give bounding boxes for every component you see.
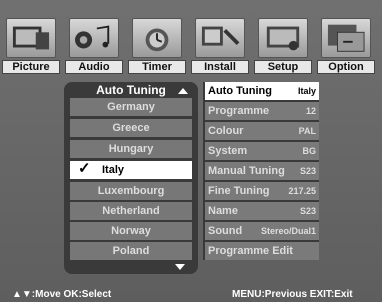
country-list-panel: Auto Tuning Germany Greece Hungary ✓ Ita… [64, 82, 198, 274]
setting-programme[interactable]: Programme 12 [205, 102, 319, 120]
picture-icon [6, 18, 56, 58]
setting-fine-tuning[interactable]: Fine Tuning 217.25 [205, 182, 319, 200]
tab-timer[interactable]: Timer [128, 16, 186, 74]
scroll-down-icon[interactable] [175, 264, 185, 270]
tab-label: Install [191, 60, 249, 74]
timer-icon [132, 18, 182, 58]
help-right: MENU:Previous EXIT:Exit [232, 289, 353, 300]
list-title: Auto Tuning [64, 82, 198, 99]
tab-label: Picture [2, 60, 60, 74]
setting-auto-tuning[interactable]: Auto Tuning Italy [205, 82, 319, 100]
tab-label: Timer [128, 60, 186, 74]
install-settings-panel: Auto Tuning Italy Programme 12 Colour PA… [203, 82, 319, 260]
list-item[interactable]: Norway [70, 222, 192, 240]
list-item[interactable]: Netherland [70, 202, 192, 220]
audio-icon [69, 18, 119, 58]
help-bar: ▲▼:Move OK:Select MENU:Previous EXIT:Exi… [0, 288, 382, 302]
tab-install[interactable]: Install [191, 16, 249, 74]
install-icon [195, 18, 245, 58]
setting-sound[interactable]: Sound Stereo/Dual1 [205, 222, 319, 240]
list-item-selected[interactable]: ✓ Italy [70, 160, 192, 179]
list-item[interactable]: Luxembourg [70, 182, 192, 200]
list-item[interactable]: Hungary [70, 140, 192, 158]
list-item[interactable]: Poland [70, 242, 192, 260]
tv-menu-screen: Picture Audio Timer Install Setup Option… [0, 0, 382, 302]
scroll-up-icon[interactable] [178, 88, 188, 94]
setting-name[interactable]: Name S23 [205, 202, 319, 220]
tab-label: Audio [65, 60, 123, 74]
setting-manual-tuning[interactable]: Manual Tuning S23 [205, 162, 319, 180]
list-item[interactable]: Germany [70, 98, 192, 116]
setting-programme-edit[interactable]: Programme Edit [205, 242, 319, 260]
tab-label: Setup [254, 60, 312, 74]
help-left: ▲▼:Move OK:Select [12, 289, 112, 300]
setup-icon [258, 18, 308, 58]
setting-colour[interactable]: Colour PAL [205, 122, 319, 140]
tab-option[interactable]: Option [317, 16, 375, 74]
option-icon [321, 18, 371, 58]
tab-picture[interactable]: Picture [2, 16, 60, 74]
list-item[interactable]: Greece [70, 119, 192, 137]
tab-audio[interactable]: Audio [65, 16, 123, 74]
tab-label: Option [317, 60, 375, 74]
menu-tab-bar: Picture Audio Timer Install Setup Option [0, 2, 382, 78]
check-icon: ✓ [78, 160, 91, 177]
setting-system[interactable]: System BG [205, 142, 319, 160]
tab-setup[interactable]: Setup [254, 16, 312, 74]
